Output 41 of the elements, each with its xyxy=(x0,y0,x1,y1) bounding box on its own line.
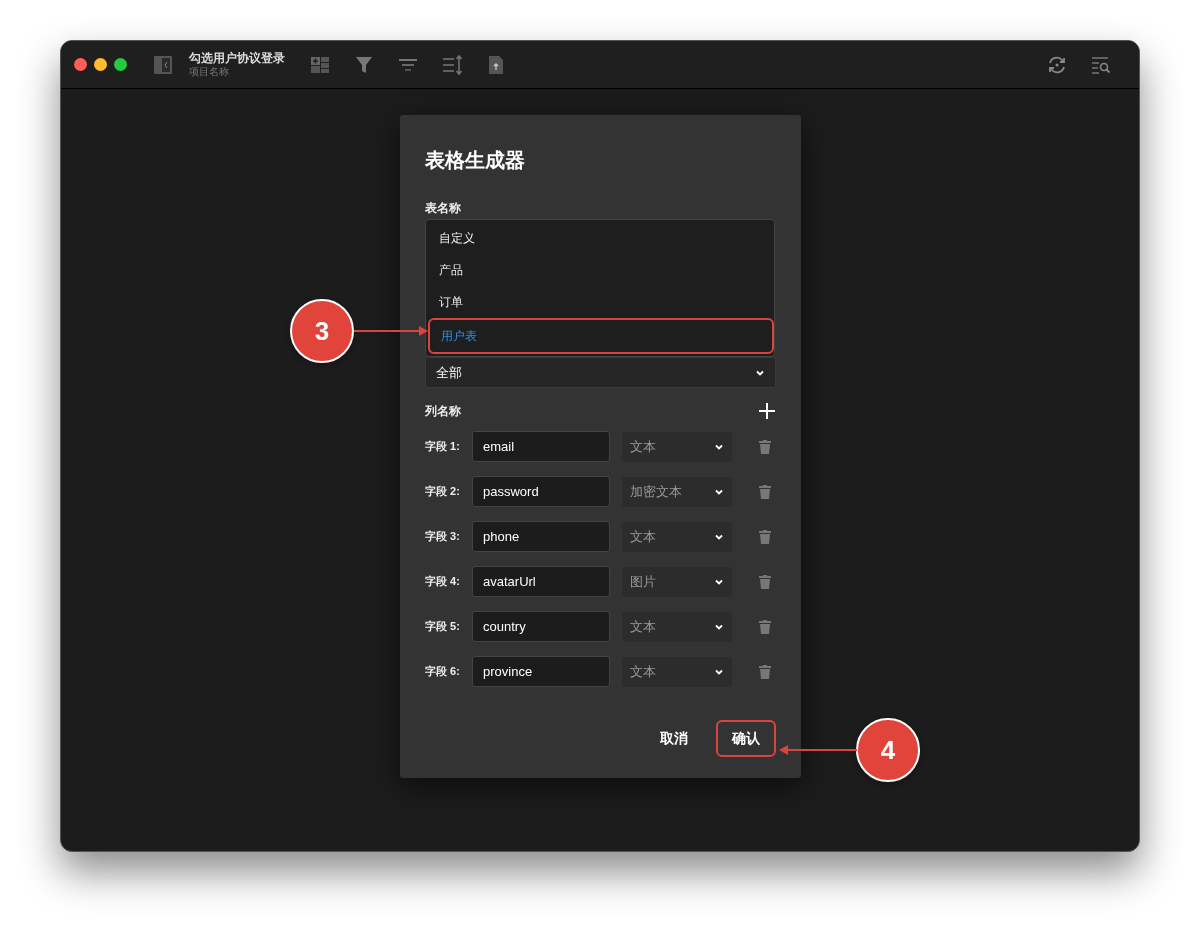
field-name-input[interactable]: email xyxy=(472,431,610,462)
close-button[interactable] xyxy=(74,58,87,71)
field-label: 字段 4: xyxy=(425,574,461,590)
trash-icon[interactable] xyxy=(759,664,771,679)
type-select[interactable]: 文本 xyxy=(622,521,732,552)
trash-icon[interactable] xyxy=(759,484,771,499)
dialog-title: 表格生成器 xyxy=(425,148,526,173)
window-subtitle: 项目名称 xyxy=(189,65,230,77)
type-select[interactable]: 文本 xyxy=(622,431,732,462)
trash-icon[interactable] xyxy=(759,439,771,454)
sort-icon[interactable] xyxy=(440,52,464,77)
add-icon[interactable] xyxy=(758,402,776,420)
section-label: 列名称 xyxy=(425,403,461,420)
field-label: 字段 5: xyxy=(425,619,461,635)
dropdown-option[interactable]: 订单 xyxy=(426,286,774,318)
dropdown-option[interactable]: 用户表 xyxy=(428,318,774,354)
trash-icon[interactable] xyxy=(759,529,771,544)
field-name-input[interactable]: phone xyxy=(472,521,610,552)
minimize-button[interactable] xyxy=(94,58,107,71)
confirm-button[interactable]: 确认 xyxy=(716,720,776,757)
trash-icon[interactable] xyxy=(759,619,771,634)
type-select[interactable]: 文本 xyxy=(622,656,732,687)
field-label: 字段 3: xyxy=(425,529,461,545)
field-label: 表名称 xyxy=(425,200,462,217)
field-label: 字段 2: xyxy=(425,484,461,500)
field-label: 字段 1: xyxy=(425,439,461,455)
dropdown-option[interactable]: 自定义 xyxy=(426,222,774,254)
type-select[interactable]: 加密文本 xyxy=(622,476,732,507)
zoom-button[interactable] xyxy=(114,58,127,71)
type-select[interactable]: 文本 xyxy=(622,611,732,642)
field-name-input[interactable]: province xyxy=(472,656,610,687)
window-title: 勾选用户协议登录 xyxy=(189,52,286,66)
type-select[interactable]: 图片 xyxy=(622,566,732,597)
field-name-input[interactable]: avatarUrl xyxy=(472,566,610,597)
cancel-button[interactable]: 取消 xyxy=(646,720,702,757)
dropdown-option[interactable]: 产品 xyxy=(426,254,774,286)
field-name-input[interactable]: password xyxy=(472,476,610,507)
field-label: 字段 6: xyxy=(425,664,461,680)
field-name-input[interactable]: country xyxy=(472,611,610,642)
preset-select[interactable]: 全部 xyxy=(425,357,776,388)
trash-icon[interactable] xyxy=(759,574,771,589)
